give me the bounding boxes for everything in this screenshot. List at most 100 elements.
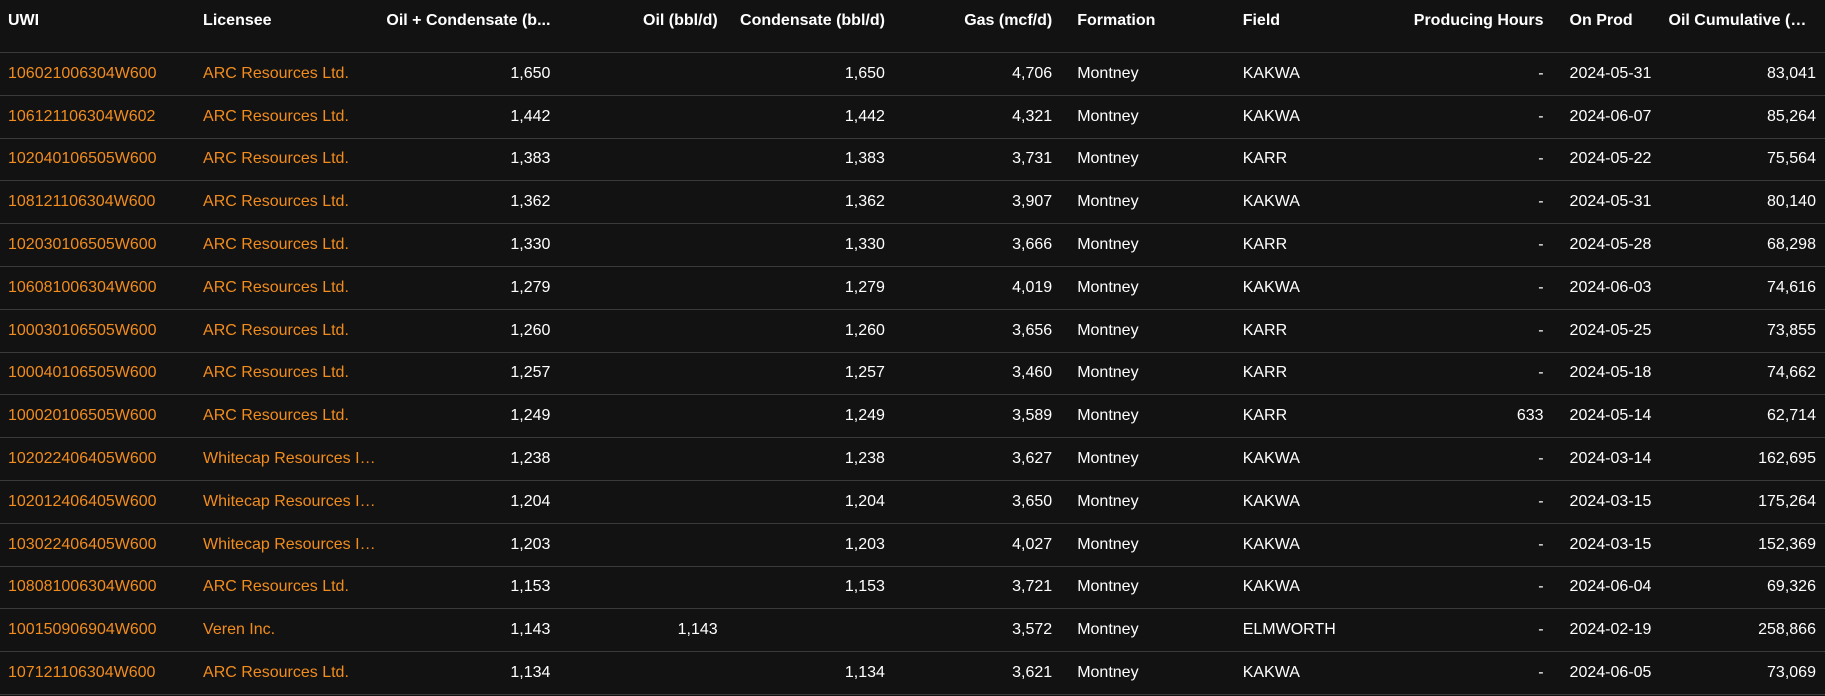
uwi-link[interactable]: 106121106304W602 xyxy=(0,108,194,126)
uwi-link[interactable]: 107121106304W600 xyxy=(0,664,194,682)
formation-cell: Montney xyxy=(1077,64,1139,82)
gas-cell: 3,907 xyxy=(1012,193,1053,211)
table-row[interactable]: 100020106505W600 ARC Resources Ltd. 1,249 1… xyxy=(0,395,1825,439)
column-header-oil[interactable]: Oil (bbl/d) xyxy=(552,12,719,30)
column-header-on-prod[interactable]: On Prod xyxy=(1546,12,1669,30)
condensate-cell: 1,442 xyxy=(844,107,885,125)
producing-hours-cell: - xyxy=(1538,578,1544,596)
oil-cumulative-cell: 68,298 xyxy=(1767,236,1816,254)
table-row[interactable]: 106081006304W600 ARC Resources Ltd. 1,279 1… xyxy=(0,267,1825,310)
table-row[interactable]: 108081006304W600 ARC Resources Ltd. 1,153 1… xyxy=(0,567,1825,610)
gas-cell: 3,650 xyxy=(1012,492,1053,510)
oil-cumulative-cell: 85,264 xyxy=(1767,107,1816,125)
on-prod-cell: 2024-03-14 xyxy=(1569,450,1652,468)
table-row[interactable]: 108121106304W600 ARC Resources Ltd. 1,362 1… xyxy=(0,181,1825,225)
condensate-cell: 1,257 xyxy=(844,364,885,382)
table-row[interactable]: 103022406405W600 Whitecap Resources In...… xyxy=(0,524,1825,567)
table-row[interactable]: 102012406405W600 Whitecap Resources In...… xyxy=(0,481,1825,524)
on-prod-cell: 2024-05-18 xyxy=(1569,364,1652,382)
condensate-cell: 1,238 xyxy=(844,450,885,468)
column-header-formation[interactable]: Formation xyxy=(1054,12,1221,30)
condensate-cell: 1,204 xyxy=(844,492,885,510)
oil-condensate-cell: 1,260 xyxy=(510,321,551,339)
table-row[interactable]: 100040106505W600 ARC Resources Ltd. 1,257 1… xyxy=(0,353,1825,396)
formation-cell: Montney xyxy=(1077,407,1139,425)
licensee-link[interactable]: ARC Resources Ltd. xyxy=(194,364,377,382)
table-row[interactable]: 107121106304W600 ARC Resources Ltd. 1,134 1… xyxy=(0,652,1825,695)
uwi-link[interactable]: 100150906904W600 xyxy=(0,621,194,639)
licensee-link[interactable]: ARC Resources Ltd. xyxy=(194,322,377,340)
column-header-oil-cumulative[interactable]: Oil Cumulative (bbl) xyxy=(1669,12,1825,30)
licensee-link[interactable]: ARC Resources Ltd. xyxy=(194,664,377,682)
licensee-link[interactable]: ARC Resources Ltd. xyxy=(194,108,377,126)
column-header-gas[interactable]: Gas (mcf/d) xyxy=(887,12,1054,30)
formation-cell: Montney xyxy=(1077,193,1139,211)
gas-cell: 3,666 xyxy=(1012,236,1053,254)
oil-cell: 1,143 xyxy=(677,621,718,639)
uwi-link[interactable]: 100020106505W600 xyxy=(0,407,194,425)
gas-cell: 4,706 xyxy=(1012,64,1053,82)
condensate-cell: 1,383 xyxy=(844,150,885,168)
oil-cumulative-cell: 73,855 xyxy=(1767,321,1816,339)
field-cell: KARR xyxy=(1242,364,1288,382)
licensee-link[interactable]: Whitecap Resources In... xyxy=(194,536,377,554)
licensee-link[interactable]: ARC Resources Ltd. xyxy=(194,578,377,596)
licensee-link[interactable]: ARC Resources Ltd. xyxy=(194,65,377,83)
licensee-link[interactable]: Veren Inc. xyxy=(194,621,377,639)
on-prod-cell: 2024-03-15 xyxy=(1569,492,1652,510)
uwi-link[interactable]: 106021006304W600 xyxy=(0,65,194,83)
uwi-link[interactable]: 108081006304W600 xyxy=(0,578,194,596)
table-header-row: UWI Licensee Oil + Condensate (b... Oil … xyxy=(0,0,1825,53)
producing-hours-cell: - xyxy=(1538,321,1544,339)
on-prod-cell: 2024-05-31 xyxy=(1569,64,1652,82)
gas-cell: 3,627 xyxy=(1012,450,1053,468)
gas-cell: 4,321 xyxy=(1012,107,1053,125)
licensee-link[interactable]: ARC Resources Ltd. xyxy=(194,193,377,211)
field-cell: KAKWA xyxy=(1242,278,1300,296)
oil-cumulative-cell: 74,662 xyxy=(1767,364,1816,382)
field-cell: KAKWA xyxy=(1242,450,1300,468)
oil-cumulative-cell: 80,140 xyxy=(1767,193,1816,211)
uwi-link[interactable]: 108121106304W600 xyxy=(0,193,194,211)
table-row[interactable]: 102040106505W600 ARC Resources Ltd. 1,383 1… xyxy=(0,139,1825,182)
producing-hours-cell: - xyxy=(1538,193,1544,211)
table-row[interactable]: 106021006304W600 ARC Resources Ltd. 1,650 1… xyxy=(0,53,1825,96)
table-row[interactable]: 106121106304W602 ARC Resources Ltd. 1,442 1… xyxy=(0,96,1825,139)
column-header-field[interactable]: Field xyxy=(1221,12,1387,30)
table-row[interactable]: 102022406405W600 Whitecap Resources In...… xyxy=(0,438,1825,481)
gas-cell: 3,460 xyxy=(1012,364,1053,382)
licensee-link[interactable]: ARC Resources Ltd. xyxy=(194,279,377,297)
on-prod-cell: 2024-05-14 xyxy=(1569,407,1652,425)
licensee-link[interactable]: ARC Resources Ltd. xyxy=(194,236,377,254)
licensee-link[interactable]: ARC Resources Ltd. xyxy=(194,407,377,425)
field-cell: KAKWA xyxy=(1242,64,1300,82)
uwi-link[interactable]: 100040106505W600 xyxy=(0,364,194,382)
formation-cell: Montney xyxy=(1077,107,1139,125)
producing-hours-cell: - xyxy=(1538,236,1544,254)
oil-cumulative-cell: 69,326 xyxy=(1767,578,1816,596)
field-cell: KARR xyxy=(1242,150,1288,168)
column-header-producing-hours[interactable]: Producing Hours xyxy=(1387,12,1545,30)
oil-cumulative-cell: 73,069 xyxy=(1767,664,1816,682)
uwi-link[interactable]: 102040106505W600 xyxy=(0,150,194,168)
gas-cell: 3,721 xyxy=(1012,578,1053,596)
uwi-link[interactable]: 103022406405W600 xyxy=(0,536,194,554)
table-row[interactable]: 100150906904W600 Veren Inc. 1,143 1,143 3,57… xyxy=(0,609,1825,653)
licensee-link[interactable]: ARC Resources Ltd. xyxy=(194,150,377,168)
column-header-oil-condensate[interactable]: Oil + Condensate (b... xyxy=(377,12,552,30)
licensee-link[interactable]: Whitecap Resources In... xyxy=(194,450,377,468)
licensee-link[interactable]: Whitecap Resources In... xyxy=(194,493,377,511)
condensate-cell: 1,134 xyxy=(844,664,885,682)
uwi-link[interactable]: 100030106505W600 xyxy=(0,322,194,340)
table-row[interactable]: 102030106505W600 ARC Resources Ltd. 1,330 1… xyxy=(0,224,1825,267)
column-header-uwi[interactable]: UWI xyxy=(0,12,194,30)
table-row[interactable]: 100030106505W600 ARC Resources Ltd. 1,260 1… xyxy=(0,310,1825,353)
producing-hours-cell: - xyxy=(1538,664,1544,682)
oil-condensate-cell: 1,153 xyxy=(510,578,551,596)
uwi-link[interactable]: 102022406405W600 xyxy=(0,450,194,468)
uwi-link[interactable]: 106081006304W600 xyxy=(0,279,194,297)
column-header-licensee[interactable]: Licensee xyxy=(194,12,377,30)
uwi-link[interactable]: 102012406405W600 xyxy=(0,493,194,511)
uwi-link[interactable]: 102030106505W600 xyxy=(0,236,194,254)
column-header-condensate[interactable]: Condensate (bbl/d) xyxy=(720,12,887,30)
